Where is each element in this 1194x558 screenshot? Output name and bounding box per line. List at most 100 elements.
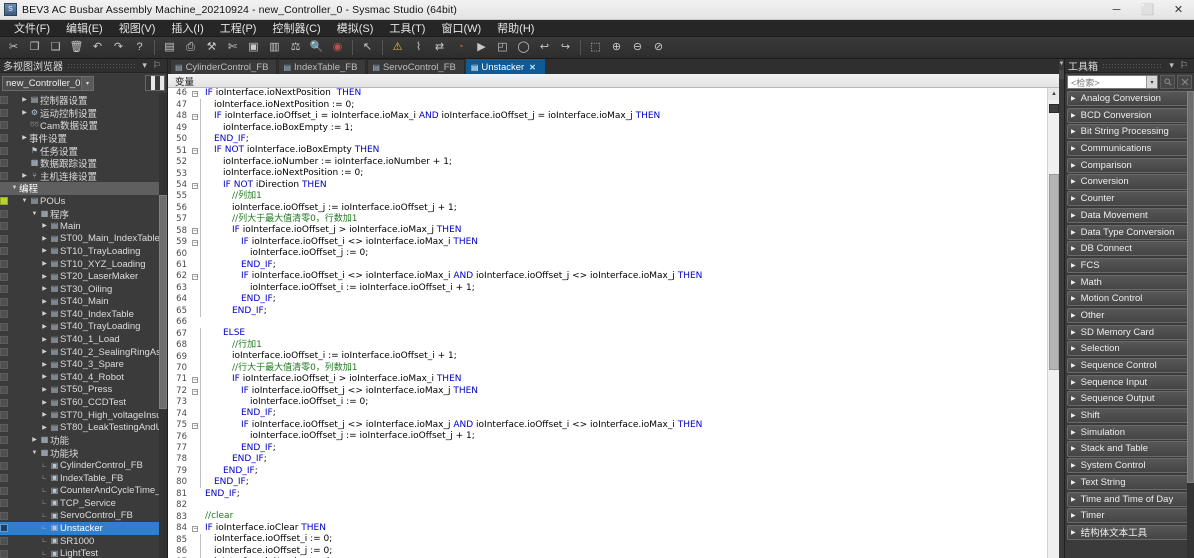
toolbox-analog-conversion[interactable]: ▶ Analog Conversion <box>1067 91 1192 107</box>
code-line[interactable]: 85 ioInterface.ioOffset_i := 0; <box>168 534 1047 546</box>
chevron-right-icon[interactable]: ▶ <box>40 299 49 305</box>
code-lines[interactable]: 46− IF ioInterface.ioNextPosition THEN 47 i… <box>168 88 1047 558</box>
chevron-right-icon[interactable]: ∟ <box>40 525 49 531</box>
toolbox-comparison[interactable]: ▶ Comparison <box>1067 157 1192 173</box>
print-icon[interactable]: ⎙ <box>181 38 200 57</box>
rebuild-icon[interactable]: ✄ <box>223 38 242 57</box>
chevron-right-icon[interactable]: ∟ <box>40 538 49 544</box>
toolbox-math[interactable]: ▶ Math <box>1067 274 1192 290</box>
chevron-right-icon[interactable]: ▶ <box>40 400 49 406</box>
code-line[interactable]: 86 ioInterface.ioOffset_j := 0; <box>168 545 1047 557</box>
tree-node-checkbox[interactable] <box>0 197 8 206</box>
code-line[interactable]: 82 <box>168 500 1047 511</box>
code-line[interactable]: 52 ioInterface.ioNumber := ioInterface.io… <box>168 156 1047 169</box>
build-icon[interactable]: ⚒ <box>202 38 221 57</box>
code-line[interactable]: 59− IF ioInterface.ioOffset_i <> ioInterf… <box>168 236 1047 249</box>
code-vertical-scrollbar[interactable]: ▲ <box>1047 88 1059 558</box>
tree-program-st60-ccdtest[interactable]: ▶ ▤ ST60_CCDTest <box>0 396 167 409</box>
tree-program-st40-1-load[interactable]: ▶ ▤ ST40_1_Load <box>0 333 167 346</box>
tree-fb-servocontrol[interactable]: ∟ ▣ ServoControl_FB <box>0 510 167 523</box>
code-line[interactable]: 65 END_IF; <box>168 305 1047 317</box>
tree-fb-tcp-service[interactable]: ∟ ▣ TCP_Service <box>0 497 167 510</box>
toolbox-vertical-scrollbar[interactable] <box>1187 91 1194 558</box>
toolbox-sequence-output[interactable]: ▶ Sequence Output <box>1067 391 1192 407</box>
tree-program-st40-trayloading[interactable]: ▶ ▤ ST40_TrayLoading <box>0 321 167 334</box>
fold-collapse-icon[interactable]: − <box>190 227 200 235</box>
chevron-right-icon[interactable]: ▶ <box>40 374 49 380</box>
chevron-right-icon[interactable]: ▶ <box>40 236 49 242</box>
chevron-right-icon[interactable]: ▶ <box>40 412 49 418</box>
menu-controller[interactable]: 控制器(C) <box>264 19 328 38</box>
help-search-icon[interactable]: ? <box>130 38 149 57</box>
pin-icon[interactable]: ⚐ <box>150 61 164 70</box>
delete-icon[interactable]: 🗑 <box>67 38 86 57</box>
menu-window[interactable]: 窗口(W) <box>433 19 489 38</box>
code-line[interactable]: 81 END_IF; <box>168 488 1047 499</box>
tab-indextable-fb[interactable]: ▤ IndexTable_FB <box>278 59 367 74</box>
toolbox-shift[interactable]: ▶ Shift <box>1067 408 1192 424</box>
code-line[interactable]: 57 //列大于最大值清零0，行数加1 <box>168 213 1047 226</box>
code-line[interactable]: 46− IF ioInterface.ioNextPosition THEN <box>168 88 1047 99</box>
close-icon[interactable]: ✕ <box>529 63 536 72</box>
fit-icon[interactable]: ⬚ <box>586 38 605 57</box>
tree-node-checkbox[interactable] <box>0 411 8 420</box>
tree-event-settings[interactable]: ▶ 事件设置 <box>0 132 167 145</box>
transfer-from-controller-icon[interactable]: ▥ <box>265 38 284 57</box>
code-line[interactable]: 70 //行大于最大值清零0，列数加1 <box>168 362 1047 374</box>
chevron-right-icon[interactable]: ▶ <box>40 311 49 317</box>
project-window-icon[interactable]: ▤ <box>160 38 179 57</box>
tree-program-st40-main[interactable]: ▶ ▤ ST40_Main <box>0 296 167 309</box>
code-line[interactable]: 72− IF ioInterface.ioOffset_j <> ioInterf… <box>168 385 1047 397</box>
tab-servocontrol-fb[interactable]: ▤ ServoControl_FB <box>367 59 465 74</box>
tree-program-st40-2-sealingringassem[interactable]: ▶▤ST40_2_SealingRingAssem <box>0 346 167 359</box>
tree-node-checkbox[interactable] <box>0 423 8 432</box>
tree-node-checkbox[interactable] <box>0 285 8 294</box>
tree-node-checkbox[interactable] <box>0 310 8 319</box>
menu-edit[interactable]: 编辑(E) <box>58 19 111 38</box>
code-line[interactable]: 79 END_IF; <box>168 465 1047 477</box>
copy-icon[interactable]: ❐ <box>25 38 44 57</box>
code-line[interactable]: 50 END_IF; <box>168 133 1047 146</box>
code-line[interactable]: 76 ioInterface.ioOffset_j := ioInterface.… <box>168 431 1047 443</box>
chevron-right-icon[interactable]: ▶ <box>40 248 49 254</box>
tree-node-checkbox[interactable] <box>0 108 8 117</box>
simulate-icon[interactable]: ◯ <box>514 38 533 57</box>
chevron-down-icon[interactable]: ▼ <box>30 211 39 217</box>
code-line[interactable]: 51− IF NOT ioInterface.ioBoxEmpty THEN <box>168 145 1047 157</box>
scroll-up-icon[interactable]: ▲ <box>1048 88 1059 100</box>
chevron-right-icon[interactable]: ▶ <box>40 286 49 292</box>
controller-dropdown[interactable]: new_Controller_0 ▾ <box>2 75 94 91</box>
chevron-right-icon[interactable]: ▶ <box>40 387 49 393</box>
code-line[interactable]: 78 END_IF; <box>168 454 1047 466</box>
undo-icon[interactable]: ↶ <box>88 38 107 57</box>
code-line[interactable]: 84− IF ioInterface.ioClear THEN <box>168 523 1047 534</box>
code-line[interactable]: 68 //行加1 <box>168 339 1047 352</box>
tree-program-st80-leaktestingandunload[interactable]: ▶ ▤ ST80_LeakTestingAndUnlo <box>0 421 167 434</box>
code-line[interactable]: 62− IF ioInterface.ioOffset_i <> ioInterf… <box>168 271 1047 283</box>
toolbox-simulation[interactable]: ▶ Simulation <box>1067 424 1192 440</box>
tree-fb-indextable[interactable]: ∟ ▣ IndexTable_FB <box>0 472 167 485</box>
tree-pous[interactable]: ▼ ▤ POUs <box>0 195 167 208</box>
mode-icon[interactable]: ◔ <box>451 38 470 57</box>
chevron-down-icon[interactable]: ▼ <box>20 198 29 204</box>
code-line[interactable]: 49 ioInterface.ioBoxEmpty := 1; <box>168 122 1047 134</box>
code-line[interactable]: 58− IF ioInterface.ioOffset_j > ioInterfa… <box>168 225 1047 237</box>
fold-collapse-icon[interactable]: − <box>190 147 200 155</box>
chevron-right-icon[interactable]: ∟ <box>40 488 49 494</box>
tree-node-checkbox[interactable] <box>0 524 8 533</box>
zoom-in-icon[interactable]: ⊕ <box>607 38 626 57</box>
close-icon[interactable] <box>1177 75 1192 89</box>
tree-node-checkbox[interactable] <box>0 335 8 344</box>
chevron-right-icon[interactable]: ∟ <box>40 551 49 557</box>
toolbox-timer[interactable]: ▶ Timer <box>1067 508 1192 524</box>
chevron-right-icon[interactable]: ▶ <box>20 173 29 179</box>
code-line[interactable]: 67 ELSE <box>168 328 1047 340</box>
tree-program-st10-xyz-loading[interactable]: ▶ ▤ ST10_XYZ_Loading <box>0 258 167 271</box>
toolbox-sequence-control[interactable]: ▶ Sequence Control <box>1067 358 1192 374</box>
tree-program-st20-lasermaker[interactable]: ▶ ▤ ST20_LaserMaker <box>0 270 167 283</box>
search-replace-icon[interactable]: 🔍 <box>307 38 326 57</box>
compare-icon[interactable]: ⚖ <box>286 38 305 57</box>
online-warning-icon[interactable]: ⚠ <box>388 38 407 57</box>
fold-collapse-icon[interactable]: − <box>190 422 200 429</box>
tree-node-checkbox[interactable] <box>0 436 8 445</box>
